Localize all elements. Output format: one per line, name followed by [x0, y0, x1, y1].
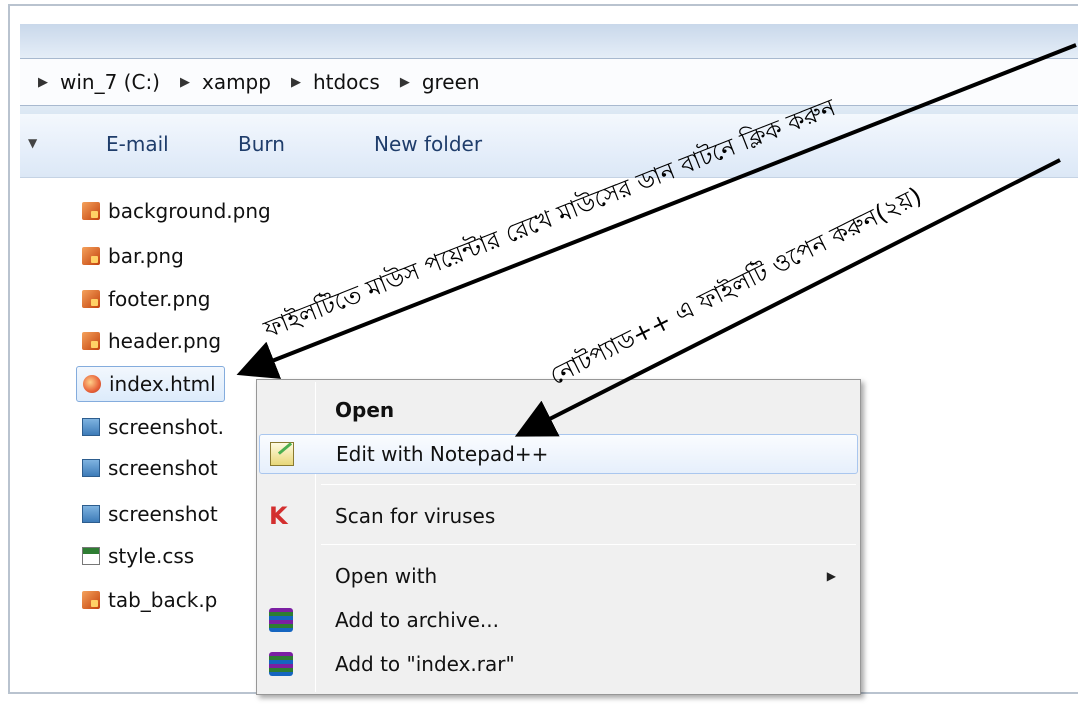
breadcrumb-green[interactable]: green [422, 70, 480, 94]
css-file-icon [82, 547, 100, 565]
file-name: index.html [109, 372, 216, 396]
file-name: screenshot [108, 456, 218, 480]
submenu-arrow-icon: ▶ [826, 569, 836, 583]
breadcrumb[interactable]: ▶ win_7 (C:) ▶ xampp ▶ htdocs ▶ green [20, 58, 1078, 106]
list-item[interactable]: tab_back.p [82, 584, 217, 616]
menu-item-open-with[interactable]: Open with ▶ [259, 558, 858, 594]
menu-separator [321, 544, 856, 545]
context-menu: Open Edit with Notepad++ K Scan for viru… [256, 379, 861, 695]
file-name: screenshot. [108, 415, 225, 439]
menu-item-add-archive[interactable]: Add to archive... [259, 602, 858, 638]
burn-button[interactable]: Burn [238, 132, 285, 156]
list-item[interactable]: footer.png [82, 283, 210, 315]
file-name: background.png [108, 199, 271, 223]
chevron-down-icon[interactable]: ▼ [28, 136, 37, 150]
file-name: header.png [108, 329, 222, 353]
chevron-right-icon[interactable]: ▶ [400, 75, 410, 90]
list-item[interactable]: screenshot. [82, 411, 224, 443]
image-file-icon [82, 591, 100, 609]
kaspersky-icon: K [269, 502, 288, 530]
screenshot-file-icon [82, 459, 100, 477]
file-name: tab_back.p [108, 588, 218, 612]
menu-item-label: Scan for viruses [335, 504, 496, 528]
list-item[interactable]: screenshot [82, 452, 218, 484]
image-file-icon [82, 290, 100, 308]
menu-item-add-index-rar[interactable]: Add to "index.rar" [259, 646, 858, 682]
file-name: bar.png [108, 244, 184, 268]
menu-separator [321, 484, 856, 485]
breadcrumb-xampp[interactable]: xampp [202, 70, 271, 94]
menu-item-label: Add to archive... [335, 608, 499, 632]
image-file-icon [82, 332, 100, 350]
list-item[interactable]: bar.png [82, 240, 184, 272]
list-item-selected[interactable]: index.html [76, 366, 225, 402]
winrar-icon [269, 652, 293, 676]
menu-item-label: Edit with Notepad++ [336, 442, 549, 466]
list-item[interactable]: background.png [82, 195, 271, 227]
html-file-icon [83, 375, 101, 393]
file-name: screenshot [108, 502, 218, 526]
screenshot-file-icon [82, 418, 100, 436]
command-toolbar: ▼ E-mail Burn New folder [20, 114, 1078, 178]
image-file-icon [82, 202, 100, 220]
chevron-right-icon[interactable]: ▶ [291, 75, 301, 90]
address-bar-area: ▶ win_7 (C:) ▶ xampp ▶ htdocs ▶ green [20, 24, 1078, 114]
screenshot-file-icon [82, 505, 100, 523]
image-file-icon [82, 247, 100, 265]
new-folder-button[interactable]: New folder [374, 132, 482, 156]
menu-item-scan-viruses[interactable]: K Scan for viruses [259, 498, 858, 534]
list-item[interactable]: header.png [82, 325, 221, 357]
chevron-right-icon[interactable]: ▶ [38, 75, 48, 90]
list-item[interactable]: screenshot [82, 498, 218, 530]
winrar-icon [269, 608, 293, 632]
menu-item-label: Add to "index.rar" [335, 652, 515, 676]
menu-item-open[interactable]: Open [259, 392, 858, 428]
email-button[interactable]: E-mail [106, 132, 169, 156]
file-name: footer.png [108, 287, 211, 311]
menu-item-label: Open with [335, 564, 438, 588]
breadcrumb-drive[interactable]: win_7 (C:) [60, 70, 160, 94]
menu-item-label: Open [335, 398, 395, 422]
breadcrumb-htdocs[interactable]: htdocs [313, 70, 380, 94]
list-item[interactable]: style.css [82, 540, 194, 572]
chevron-right-icon[interactable]: ▶ [180, 75, 190, 90]
file-name: style.css [108, 544, 195, 568]
notepadpp-icon [270, 442, 294, 466]
menu-item-edit-notepadpp[interactable]: Edit with Notepad++ [259, 434, 858, 474]
